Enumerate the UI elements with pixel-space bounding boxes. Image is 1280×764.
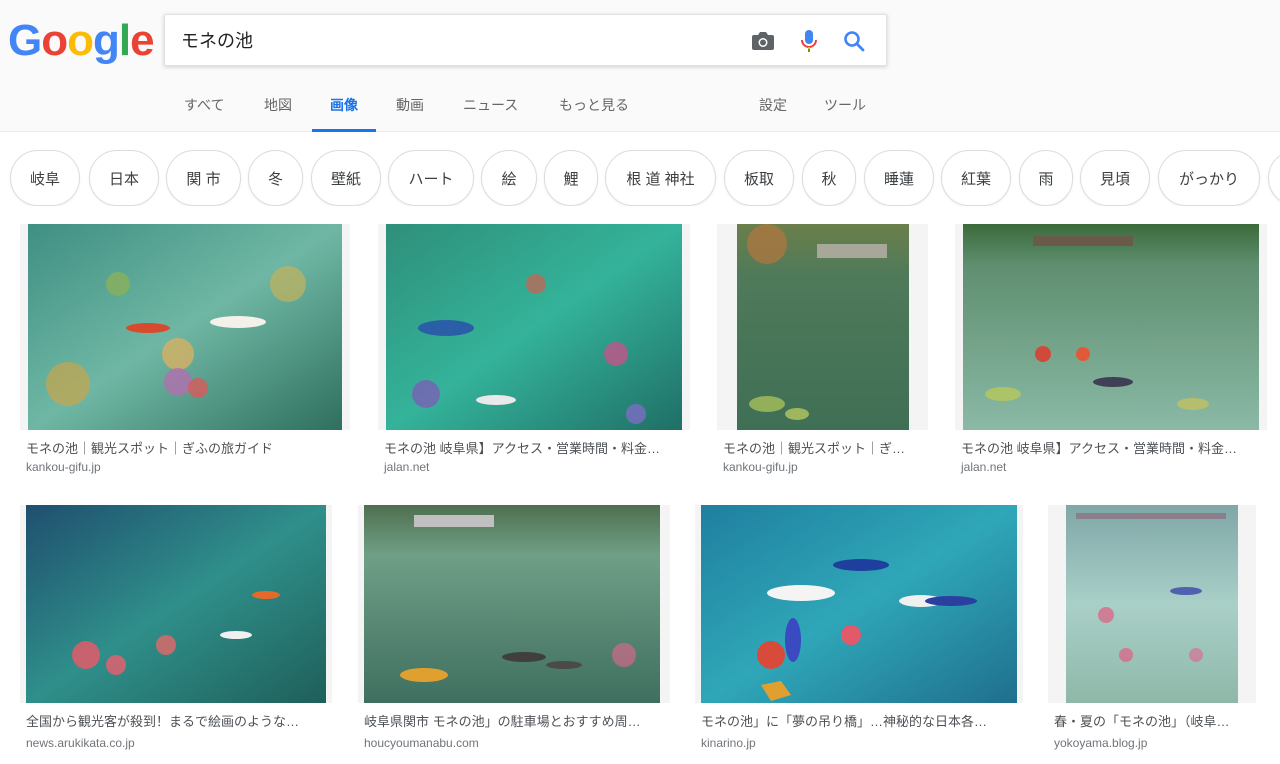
google-logo[interactable]: Google bbox=[8, 16, 155, 66]
logo-letter: l bbox=[118, 16, 131, 65]
search-box bbox=[164, 14, 887, 66]
result-thumbnail[interactable] bbox=[695, 505, 1023, 703]
result-thumbnail[interactable] bbox=[20, 505, 332, 703]
image-result[interactable]: 春・夏の「モネの池」（岐阜… yokoyama.blog.jp bbox=[1048, 505, 1256, 764]
chip[interactable]: 紅葉 bbox=[941, 150, 1011, 206]
result-title[interactable]: モネの池｜観光スポット｜ぎふの旅ガイド bbox=[26, 438, 344, 457]
result-thumbnail[interactable] bbox=[358, 505, 670, 703]
chip[interactable]: 岐阜 bbox=[10, 150, 80, 206]
image-result[interactable]: モネの池｜観光スポット｜ぎ… kankou-gifu.jp bbox=[717, 224, 928, 484]
result-source[interactable]: houcyoumanabu.com bbox=[364, 736, 479, 750]
mic-icon[interactable] bbox=[796, 28, 822, 54]
chip[interactable]: 秋 bbox=[802, 150, 856, 206]
chip[interactable]: 絵 bbox=[481, 150, 537, 206]
result-title[interactable]: 岐阜県関市 モネの池」の駐車場とおすすめ周… bbox=[364, 711, 664, 730]
result-source[interactable]: kankou-gifu.jp bbox=[723, 460, 798, 474]
result-thumbnail[interactable] bbox=[1048, 505, 1256, 703]
result-source[interactable]: jalan.net bbox=[384, 460, 429, 474]
image-result[interactable]: 全国から観光客が殺到！まるで絵画のような… news.arukikata.co.… bbox=[20, 505, 332, 764]
chip[interactable]: 見頃 bbox=[1080, 150, 1150, 206]
logo-letter: o bbox=[67, 16, 94, 65]
chip[interactable]: 雨 bbox=[1019, 150, 1073, 206]
chip[interactable]: 睡蓮 bbox=[864, 150, 934, 206]
tab-videos[interactable]: 動画 bbox=[396, 84, 424, 132]
chip-overflow[interactable] bbox=[1268, 150, 1280, 206]
tab-news[interactable]: ニュース bbox=[463, 84, 518, 132]
chip[interactable]: がっかり bbox=[1158, 150, 1260, 206]
chip[interactable]: 板取 bbox=[724, 150, 794, 206]
result-thumbnail[interactable] bbox=[378, 224, 690, 430]
result-thumbnail[interactable] bbox=[717, 224, 928, 430]
result-source[interactable]: yokoyama.blog.jp bbox=[1054, 736, 1147, 750]
image-result[interactable]: 岐阜県関市 モネの池」の駐車場とおすすめ周… houcyoumanabu.com bbox=[358, 505, 670, 764]
chip[interactable]: 根 道 神社 bbox=[605, 150, 716, 206]
tab-images[interactable]: 画像 bbox=[312, 84, 376, 132]
search-icon[interactable] bbox=[841, 28, 867, 54]
tab-settings[interactable]: 設定 bbox=[759, 84, 787, 132]
logo-letter: e bbox=[130, 16, 155, 65]
tab-maps[interactable]: 地図 bbox=[264, 84, 292, 132]
image-result[interactable]: モネの池」に「夢の吊り橋」…神秘的な日本各… kinarino.jp bbox=[695, 505, 1023, 764]
result-source[interactable]: jalan.net bbox=[961, 460, 1006, 474]
chip[interactable]: ハート bbox=[388, 150, 474, 206]
result-title[interactable]: モネの池 岐阜県】アクセス・営業時間・料金… bbox=[384, 438, 684, 457]
chip[interactable]: 冬 bbox=[248, 150, 303, 206]
related-chips: 岐阜 日本 関 市 冬 壁紙 ハート 絵 鯉 根 道 神社 板取 秋 睡蓮 紅葉… bbox=[0, 150, 1280, 206]
result-thumbnail[interactable] bbox=[955, 224, 1267, 430]
result-title[interactable]: 全国から観光客が殺到！まるで絵画のような… bbox=[26, 711, 326, 730]
tab-tools[interactable]: ツール bbox=[824, 84, 866, 132]
image-result[interactable]: モネの池 岐阜県】アクセス・営業時間・料金… jalan.net bbox=[955, 224, 1267, 484]
header: Google すべて 地図 画像 動画 ニュース もっと見る 設定 ツール bbox=[0, 0, 1280, 132]
result-source[interactable]: kinarino.jp bbox=[701, 736, 756, 750]
image-result[interactable]: モネの池 岐阜県】アクセス・営業時間・料金… jalan.net bbox=[378, 224, 690, 484]
search-input[interactable] bbox=[181, 27, 741, 53]
result-source[interactable]: kankou-gifu.jp bbox=[26, 460, 101, 474]
image-result[interactable]: モネの池｜観光スポット｜ぎふの旅ガイド kankou-gifu.jp bbox=[20, 224, 350, 484]
chip[interactable]: 関 市 bbox=[166, 150, 241, 206]
search-tabs: すべて 地図 画像 動画 ニュース もっと見る 設定 ツール bbox=[0, 84, 1280, 132]
result-title[interactable]: 春・夏の「モネの池」（岐阜… bbox=[1054, 711, 1250, 730]
camera-icon[interactable] bbox=[750, 28, 776, 54]
chip[interactable]: 日本 bbox=[89, 150, 159, 206]
result-title[interactable]: モネの池 岐阜県】アクセス・営業時間・料金… bbox=[961, 438, 1261, 457]
chip[interactable]: 壁紙 bbox=[311, 150, 381, 206]
result-thumbnail[interactable] bbox=[20, 224, 350, 430]
chip[interactable]: 鯉 bbox=[544, 150, 598, 206]
result-title[interactable]: モネの池」に「夢の吊り橋」…神秘的な日本各… bbox=[701, 711, 1017, 730]
logo-letter: o bbox=[41, 16, 68, 65]
logo-letter: G bbox=[8, 16, 42, 65]
tab-more[interactable]: もっと見る bbox=[559, 84, 629, 132]
result-title[interactable]: モネの池｜観光スポット｜ぎ… bbox=[723, 438, 923, 457]
logo-letter: g bbox=[93, 16, 120, 65]
result-source[interactable]: news.arukikata.co.jp bbox=[26, 736, 135, 750]
tab-all[interactable]: すべて bbox=[184, 84, 224, 132]
